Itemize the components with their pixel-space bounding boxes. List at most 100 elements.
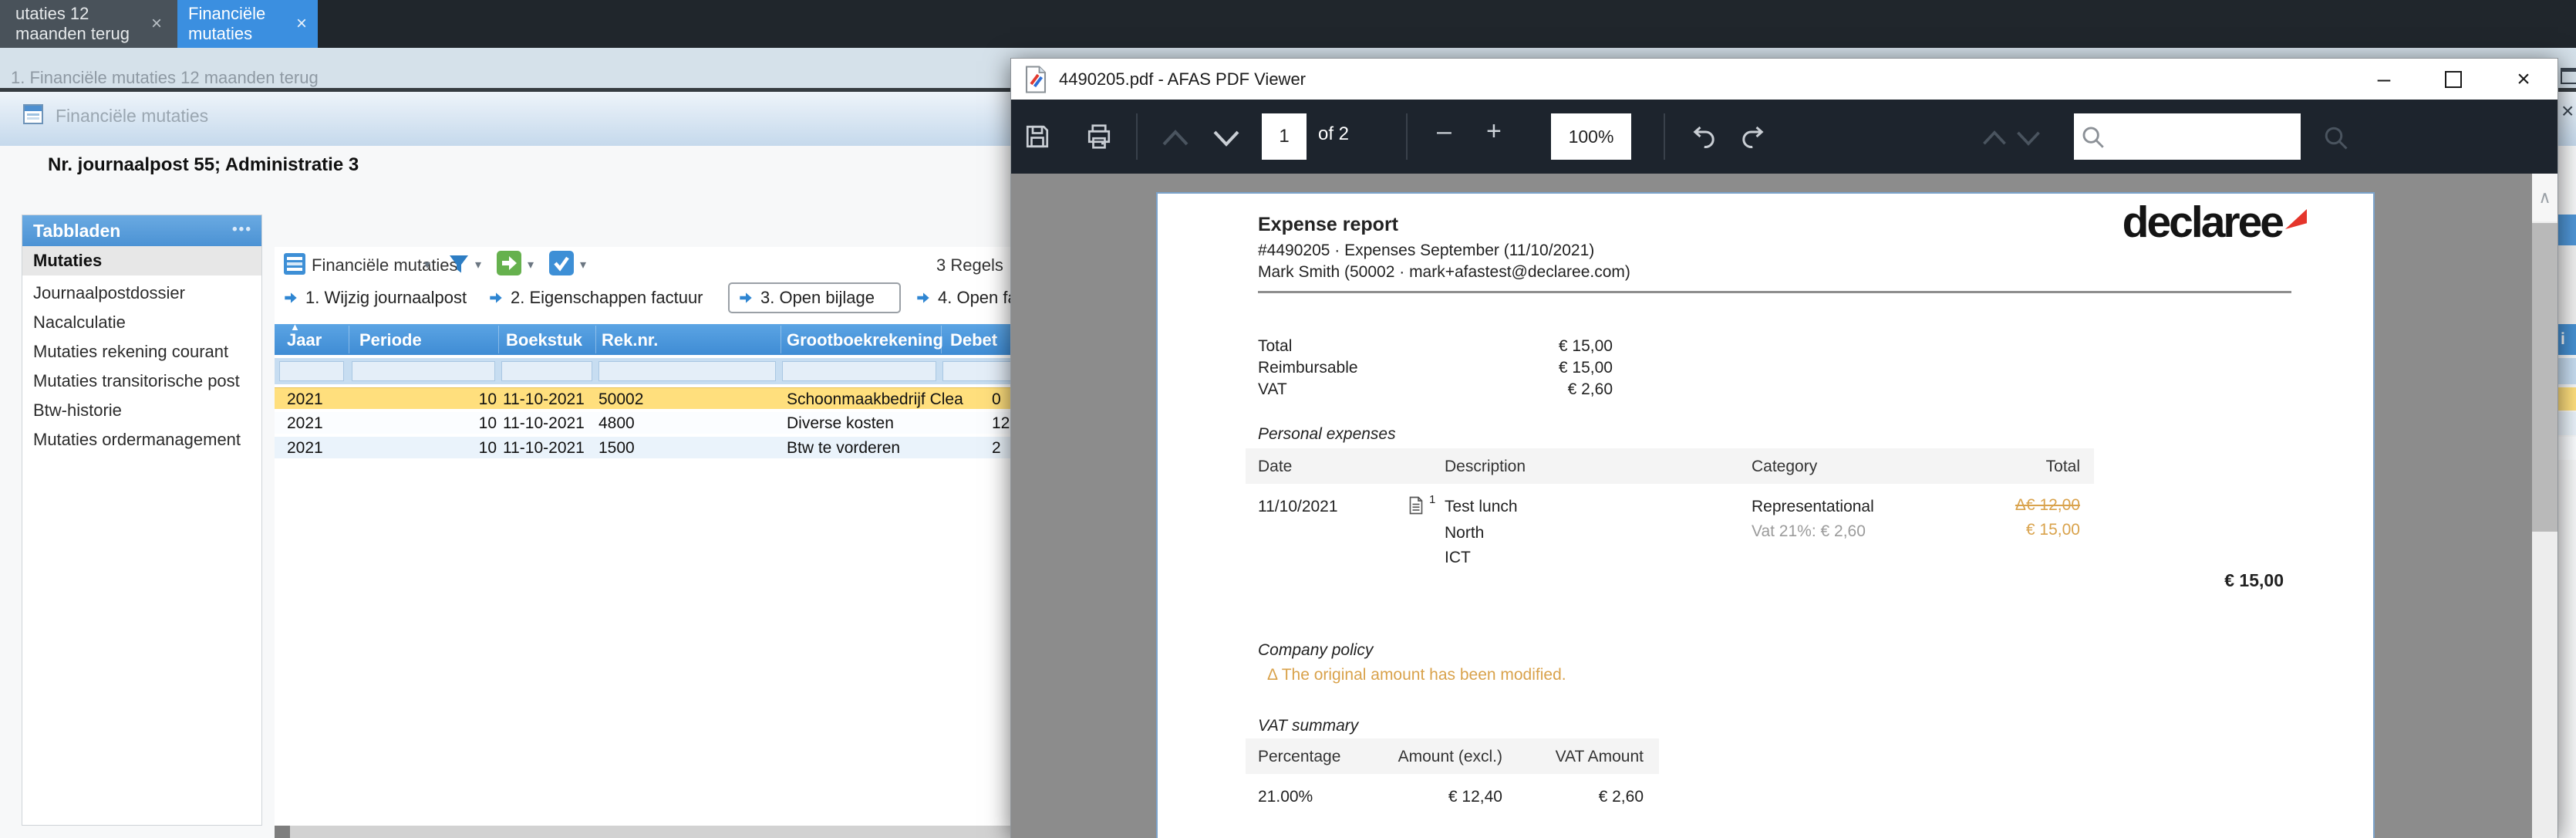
col-header-jaar[interactable]: Jaar <box>287 330 322 350</box>
zoom-in-icon[interactable]: + <box>1486 117 1502 147</box>
doc-title: Expense report <box>1258 214 1398 236</box>
scrollbar-thumb[interactable] <box>2532 223 2557 532</box>
filter-icon[interactable] <box>447 253 470 276</box>
vertical-scrollbar[interactable]: ∧ <box>2532 174 2557 838</box>
sidebar-item-nacalculatie[interactable]: Nacalculatie <box>22 308 261 337</box>
find-next-icon[interactable] <box>2014 129 2043 147</box>
action-arrow-icon <box>282 289 299 306</box>
check-caret-icon[interactable]: ▾ <box>580 257 586 272</box>
rotate-left-icon[interactable] <box>1690 123 1718 150</box>
th-total: Total <box>1929 458 2080 476</box>
col-header-debet[interactable]: Debet <box>950 330 997 350</box>
close-window-icon[interactable]: × <box>2561 99 2574 123</box>
filter-cell-boekstuk[interactable] <box>501 361 592 381</box>
sidebar-header: Tabbladen ••• <box>22 215 261 246</box>
pdf-viewer-window: 4490205.pdf - AFAS PDF Viewer – × 1 of 2… <box>1010 58 2558 838</box>
go-caret-icon[interactable]: ▾ <box>528 257 534 272</box>
panel-title: Financiële mutaties <box>56 106 208 127</box>
th-percentage: Percentage <box>1258 748 1340 766</box>
action-label: 1. Wijzig journaalpost <box>305 288 467 308</box>
minimize-button[interactable]: – <box>2361 59 2407 100</box>
cell-grootboekrekening: Schoonmaakbedrijf Clea <box>787 390 963 409</box>
scroll-up-icon[interactable]: ∧ <box>2532 174 2557 221</box>
find-previous-icon[interactable] <box>1980 129 2009 147</box>
sidebar-item-mutaties[interactable]: Mutaties <box>22 246 261 275</box>
checkmark-icon[interactable] <box>549 251 574 275</box>
tab-financiele-mutaties[interactable]: Financiële mutaties × <box>177 0 318 48</box>
zoom-out-icon[interactable]: – <box>1437 117 1452 147</box>
table-row[interactable]: 2021 10 11-10-2021 4800 Diverse kosten 1… <box>275 412 1054 435</box>
col-header-grootboekrekening[interactable]: Grootboekrekening <box>787 330 943 350</box>
expenses-grand-total: € 15,00 <box>2052 570 2284 591</box>
total-value: € 15,00 <box>1412 337 1613 356</box>
vat-summary-title: VAT summary <box>1258 717 1358 735</box>
view-selector-icon[interactable] <box>284 253 305 275</box>
go-arrow-icon[interactable] <box>497 251 521 275</box>
th-amount-excl: Amount (excl.) <box>1348 748 1502 766</box>
action-arrow-icon <box>915 289 932 306</box>
expense-description: Test lunch <box>1445 498 1518 516</box>
pdf-page: Expense report #4490205 · Expenses Septe… <box>1156 192 2375 838</box>
save-icon[interactable] <box>1023 123 1051 150</box>
close-button[interactable]: × <box>2500 59 2547 100</box>
cell-periode: 10 <box>352 439 497 458</box>
search-icon[interactable] <box>2322 124 2350 152</box>
zoom-level-input[interactable]: 100% <box>1551 113 1631 160</box>
search-input[interactable] <box>2074 113 2301 160</box>
vat-label: VAT <box>1258 380 1287 399</box>
expense-vat-note: Vat 21%: € 2,60 <box>1752 522 1866 541</box>
pdf-title-bar[interactable]: 4490205.pdf - AFAS PDF Viewer – × <box>1011 59 2557 100</box>
vat-value: € 2,60 <box>1412 380 1613 399</box>
view-caret-icon[interactable]: ▾ <box>424 257 430 272</box>
sidebar-item-mutaties-ordermanagement[interactable]: Mutaties ordermanagement <box>22 425 261 454</box>
filter-cell-reknr[interactable] <box>598 361 776 381</box>
table-row-selected[interactable]: 2021 10 11-10-2021 50002 Schoonmaakbedri… <box>275 387 1054 411</box>
maximize-button[interactable] <box>2430 59 2477 100</box>
sidebar-item-journaalpostdossier[interactable]: Journaalpostdossier <box>22 279 261 308</box>
page-number-input[interactable]: 1 <box>1262 113 1307 160</box>
view-selector[interactable]: Financiële mutaties <box>312 255 458 275</box>
previous-page-icon[interactable] <box>1159 129 1192 147</box>
scrollbar-thumb[interactable] <box>275 826 290 838</box>
horizontal-scrollbar[interactable] <box>275 826 1010 838</box>
action-arrow-icon <box>487 289 504 306</box>
filter-cell-jaar[interactable] <box>279 361 344 381</box>
filter-cell-periode[interactable] <box>352 361 495 381</box>
cell-boekstuk: 11-10-2021 <box>503 414 585 433</box>
tab-mutaties-12-maanden[interactable]: utaties 12 maanden terug × <box>0 0 177 48</box>
next-page-icon[interactable] <box>1210 129 1242 147</box>
col-header-periode[interactable]: Periode <box>359 330 422 350</box>
cell-reknr: 1500 <box>598 439 635 458</box>
expense-date: 11/10/2021 <box>1258 498 1338 516</box>
tab-close-icon[interactable]: × <box>151 15 162 33</box>
sidebar-title: Tabbladen <box>33 221 120 241</box>
expense-original-amount: Δ€ 12,00 <box>1929 496 2080 515</box>
sidebar-item-mutaties-rekening-courant[interactable]: Mutaties rekening courant <box>22 337 261 367</box>
col-header-boekstuk[interactable]: Boekstuk <box>506 330 582 350</box>
tab-label: utaties 12 maanden terug <box>15 4 136 44</box>
policy-warning: Δ The original amount has been modified. <box>1267 666 1566 684</box>
action-open-bijlage[interactable]: 3. Open bijlage <box>728 282 901 313</box>
action-eigenschappen-factuur[interactable]: 2. Eigenschappen factuur <box>487 282 703 313</box>
reimbursable-label: Reimbursable <box>1258 359 1358 377</box>
edge-grid-header: i <box>2558 324 2576 355</box>
table-row[interactable]: 2021 10 11-10-2021 1500 Btw te vorderen … <box>275 437 1054 460</box>
group-window-title: 1. Financiële mutaties 12 maanden terug <box>11 68 319 88</box>
sidebar-item-mutaties-transitorische-post[interactable]: Mutaties transitorische post <box>22 367 261 396</box>
expense-category: Representational <box>1752 498 1874 516</box>
row-count: 3 Regels <box>936 255 1003 275</box>
sidebar-item-btw-historie[interactable]: Btw-historie <box>22 396 261 425</box>
filter-caret-icon[interactable]: ▾ <box>475 257 481 272</box>
sidebar-menu-icon[interactable]: ••• <box>232 215 252 245</box>
attachment-icon <box>1409 496 1423 515</box>
filter-cell-grootboekrekening[interactable] <box>782 361 936 381</box>
restore-window-icon[interactable] <box>2561 68 2576 88</box>
cell-boekstuk: 11-10-2021 <box>503 439 585 458</box>
action-wijzig-journaalpost[interactable]: 1. Wijzig journaalpost <box>282 282 467 313</box>
tab-close-icon[interactable]: × <box>296 15 307 33</box>
rotate-right-icon[interactable] <box>1739 123 1767 150</box>
print-icon[interactable] <box>1085 123 1113 150</box>
screen: utaties 12 maanden terug × Financiële mu… <box>0 0 2576 838</box>
col-header-reknr[interactable]: Rek.nr. <box>602 330 658 350</box>
cell-boekstuk: 11-10-2021 <box>503 390 585 409</box>
